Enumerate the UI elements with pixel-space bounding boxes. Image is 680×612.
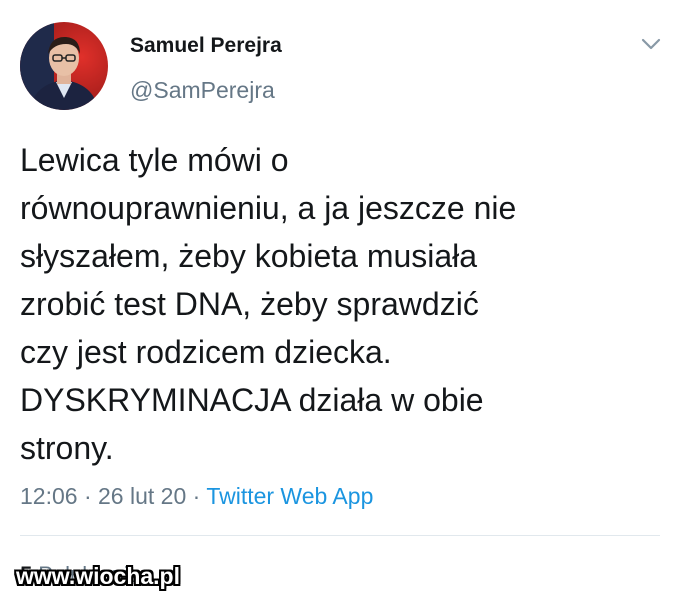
avatar[interactable]: [20, 22, 108, 110]
meta-separator: ·: [192, 483, 201, 509]
tweet-time[interactable]: 12:06: [20, 483, 78, 509]
profile-photo-icon: [20, 22, 108, 110]
tweet-meta: 12:06 · 26 lut 20 · Twitter Web App: [20, 483, 373, 510]
author-name[interactable]: Samuel Perejra: [130, 34, 282, 58]
tweet-date[interactable]: 26 lut 20: [98, 483, 186, 509]
tweet-source-link[interactable]: Twitter Web App: [206, 483, 373, 509]
tweet-card: Samuel Perejra @SamPerejra Lewica tyle m…: [0, 0, 680, 612]
meta-separator: ·: [83, 483, 92, 509]
chevron-down-icon[interactable]: [640, 36, 662, 52]
author-handle[interactable]: @SamPerejra: [130, 77, 275, 104]
watermark: www.wiocha.pl: [16, 563, 180, 589]
divider: [20, 535, 660, 536]
tweet-text: Lewica tyle mówi o równouprawnieniu, a j…: [20, 142, 517, 466]
